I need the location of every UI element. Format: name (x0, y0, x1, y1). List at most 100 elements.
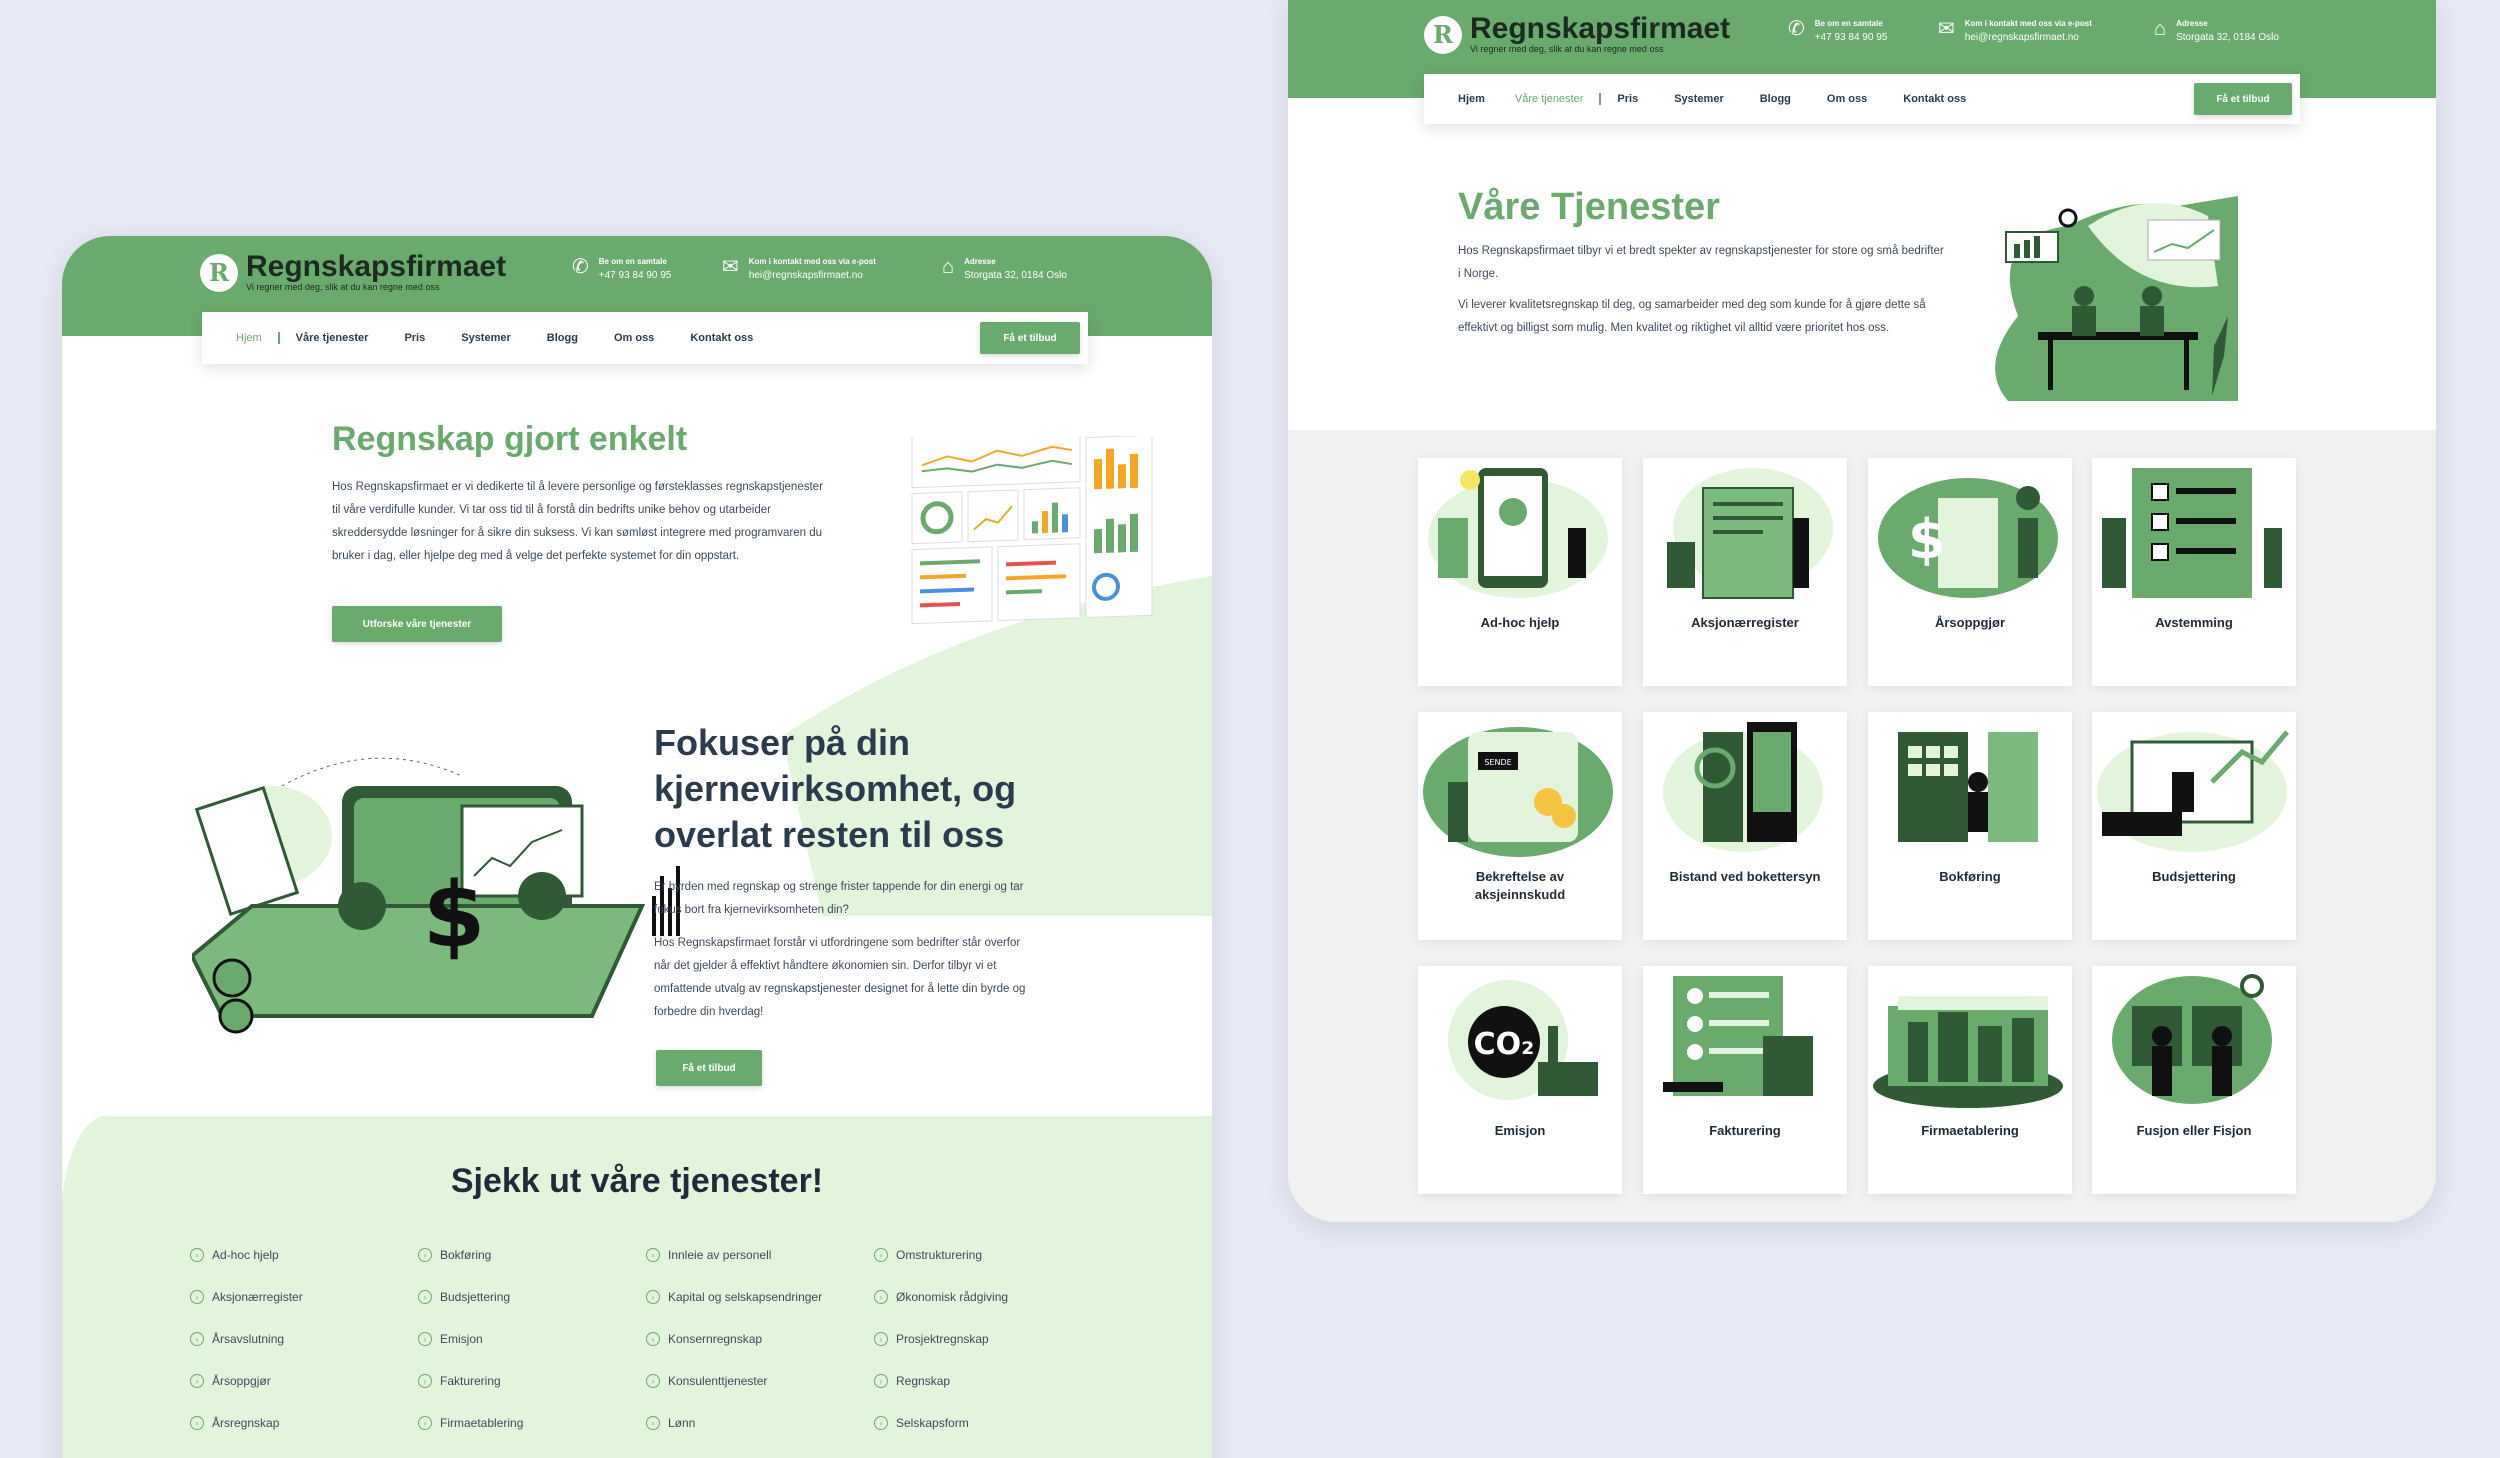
annual-settlement-illustration: $ (1878, 478, 2058, 598)
service-card-bokforing[interactable]: Bokføring (1868, 712, 2072, 940)
chevron-circle-icon: › (418, 1248, 432, 1262)
service-link[interactable]: › Økonomisk rådgiving (874, 1288, 1102, 1306)
address-info[interactable]: ⌂ Adresse Storgata 32, 0184 Oslo (942, 256, 1067, 284)
logo[interactable]: R Regnskapsfirmaet Vi regner med deg, sl… (200, 252, 506, 293)
service-label: Regnskap (896, 1374, 951, 1388)
service-label: Lønn (668, 1416, 696, 1430)
nav-om-oss[interactable]: Om oss (614, 332, 654, 344)
brand-name: Regnskapsfirmaet (246, 250, 507, 283)
focus-paragraph-2: Hos Regnskapsfirmaet forstår vi utfordri… (654, 937, 1026, 1018)
nav-vare-tjenester[interactable]: Våre tjenester (1515, 93, 1602, 105)
service-card-budsjettering[interactable]: Budsjettering (2092, 712, 2296, 940)
email-info[interactable]: ✉ Kom i kontakt med oss via e-post hei@re… (722, 256, 876, 284)
service-link[interactable]: › Prosjektregnskap (874, 1330, 1102, 1348)
chevron-circle-icon: › (874, 1416, 888, 1430)
service-link[interactable]: › Regnskap (874, 1372, 1102, 1390)
get-quote-button[interactable]: Få et tilbud (2194, 83, 2292, 115)
service-card-firmaetablering[interactable]: Firmaetablering (1868, 966, 2072, 1194)
phone-info[interactable]: ✆ Be om en samtale +47 93 84 90 95 (572, 256, 671, 284)
card-label: Ad-hoc hjelp (1480, 615, 1560, 630)
email-address: hei@regnskapsfirmaet.no (1964, 32, 2079, 43)
service-card-fusjon-eller-fisjon[interactable]: Fusjon eller Fisjon (2092, 966, 2296, 1194)
focus-quote-button[interactable]: Få et tilbud (656, 1050, 762, 1086)
service-card-aksjonaerregister[interactable]: Aksjonærregister (1643, 458, 1847, 686)
phone-icon: ✆ (1788, 18, 1805, 40)
service-label: Fakturering (440, 1374, 501, 1388)
service-card-bistand-ved-bokettersyn[interactable]: Bistand ved bokettersyn (1643, 712, 1847, 940)
page-title: Våre Tjenester (1458, 186, 1720, 228)
service-link[interactable]: › Årsavslutning (190, 1330, 418, 1348)
email-address: hei@regnskapsfirmaet.no (748, 270, 863, 281)
address-label: Adresse (964, 257, 996, 266)
service-link[interactable]: › Lønn (646, 1414, 874, 1432)
service-card-ad-hoc-hjelp[interactable]: Ad-hoc hjelp (1418, 458, 1622, 686)
service-link[interactable]: › Aksjonærregister (190, 1288, 418, 1306)
chevron-circle-icon: › (874, 1374, 888, 1388)
nav-kontakt-oss[interactable]: Kontakt oss (1903, 93, 1966, 105)
nav-kontakt-oss[interactable]: Kontakt oss (690, 332, 753, 344)
email-label: Kom i kontakt med oss via e-post (748, 257, 876, 266)
nav-pris[interactable]: Pris (1617, 93, 1638, 105)
service-link[interactable]: › Selskapsform (874, 1414, 1102, 1432)
explore-services-button[interactable]: Utforske våre tjenester (332, 606, 502, 642)
nav-hjem[interactable]: Hjem (1458, 93, 1485, 105)
service-link[interactable]: › Årsregnskap (190, 1414, 418, 1432)
card-label: Firmaetablering (1921, 1123, 2019, 1138)
nav-hjem[interactable]: Hjem (236, 332, 280, 344)
nav-om-oss[interactable]: Om oss (1827, 93, 1867, 105)
logo-mark: R (200, 253, 238, 292)
service-label: Omstrukturering (896, 1248, 983, 1262)
svg-text:SENDE: SENDE (1484, 758, 1511, 767)
service-link[interactable]: › Bokføring (418, 1246, 646, 1264)
service-card-fakturering[interactable]: Fakturering (1643, 966, 1847, 1194)
get-quote-button[interactable]: Få et tilbud (980, 322, 1080, 354)
nav-systemer[interactable]: Systemer (461, 332, 511, 344)
service-link[interactable]: › Kapital og selskapsendringer (646, 1288, 874, 1306)
service-label: Årsregnskap (212, 1416, 280, 1430)
main-nav: Hjem Våre tjenester Pris Systemer Blogg … (202, 312, 1088, 364)
address-label: Adresse (2176, 19, 2208, 28)
help-illustration (1428, 468, 1608, 598)
service-link[interactable]: › Årsoppgjør (190, 1372, 418, 1390)
service-link[interactable]: › Konsulenttjenester (646, 1372, 874, 1390)
address-info[interactable]: ⌂ Adresse Storgata 32, 0184 Oslo (2154, 18, 2279, 46)
service-card-avstemming[interactable]: Avstemming (2092, 458, 2296, 686)
hero-text: Hos Regnskapsfirmaet er vi dedikerte til… (332, 481, 823, 562)
phone-info[interactable]: ✆ Be om en samtale +47 93 84 90 95 (1788, 18, 1887, 46)
phone-icon: ✆ (572, 256, 589, 278)
address-text: Storgata 32, 0184 Oslo (2176, 32, 2279, 43)
address-text: Storgata 32, 0184 Oslo (964, 270, 1067, 281)
service-link[interactable]: › Innleie av personell (646, 1246, 874, 1264)
chevron-circle-icon: › (190, 1416, 204, 1430)
money-handshake-illustration: $ (192, 757, 680, 1034)
chevron-circle-icon: › (418, 1290, 432, 1304)
nav-blogg[interactable]: Blogg (1760, 93, 1791, 105)
service-card-arsoppgjor[interactable]: $ Årsoppgjør (1868, 458, 2072, 686)
service-link[interactable]: › Konsernregnskap (646, 1330, 874, 1348)
card-label: Fakturering (1709, 1123, 1781, 1138)
chevron-circle-icon: › (874, 1248, 888, 1262)
nav-systemer[interactable]: Systemer (1674, 93, 1724, 105)
service-link[interactable]: › Ad-hoc hjelp (190, 1246, 418, 1264)
company-setup-illustration (1873, 996, 2063, 1108)
service-link[interactable]: › Emisjon (418, 1330, 646, 1348)
service-card-bekreftelse-av-aksjeinnskudd[interactable]: SENDE Bekreftelse av aksjeinnskudd (1418, 712, 1622, 940)
service-label: Firmaetablering (440, 1416, 524, 1430)
logo-mark: R (1424, 15, 1462, 54)
card-label: Bokføring (1939, 869, 2001, 884)
service-card-emisjon[interactable]: CO₂ Emisjon (1418, 966, 1622, 1194)
service-link[interactable]: › Firmaetablering (418, 1414, 646, 1432)
phone-label: Be om en samtale (598, 257, 667, 266)
card-label: Avstemming (2155, 615, 2233, 630)
intro-paragraph-2: Vi leverer kvalitetsregnskap til deg, og… (1458, 299, 1926, 334)
nav-vare-tjenester[interactable]: Våre tjenester (296, 332, 369, 344)
nav-blogg[interactable]: Blogg (547, 332, 578, 344)
logo[interactable]: R Regnskapsfirmaet Vi regner med deg, sl… (1424, 14, 1730, 55)
service-link[interactable]: › Fakturering (418, 1372, 646, 1390)
nav-pris[interactable]: Pris (404, 332, 425, 344)
office-illustration (1995, 196, 2238, 401)
email-info[interactable]: ✉ Kom i kontakt med oss via e-post hei@re… (1938, 18, 2092, 46)
merger-illustration (2112, 974, 2272, 1104)
service-link[interactable]: › Budsjettering (418, 1288, 646, 1306)
service-link[interactable]: › Omstrukturering (874, 1246, 1102, 1264)
